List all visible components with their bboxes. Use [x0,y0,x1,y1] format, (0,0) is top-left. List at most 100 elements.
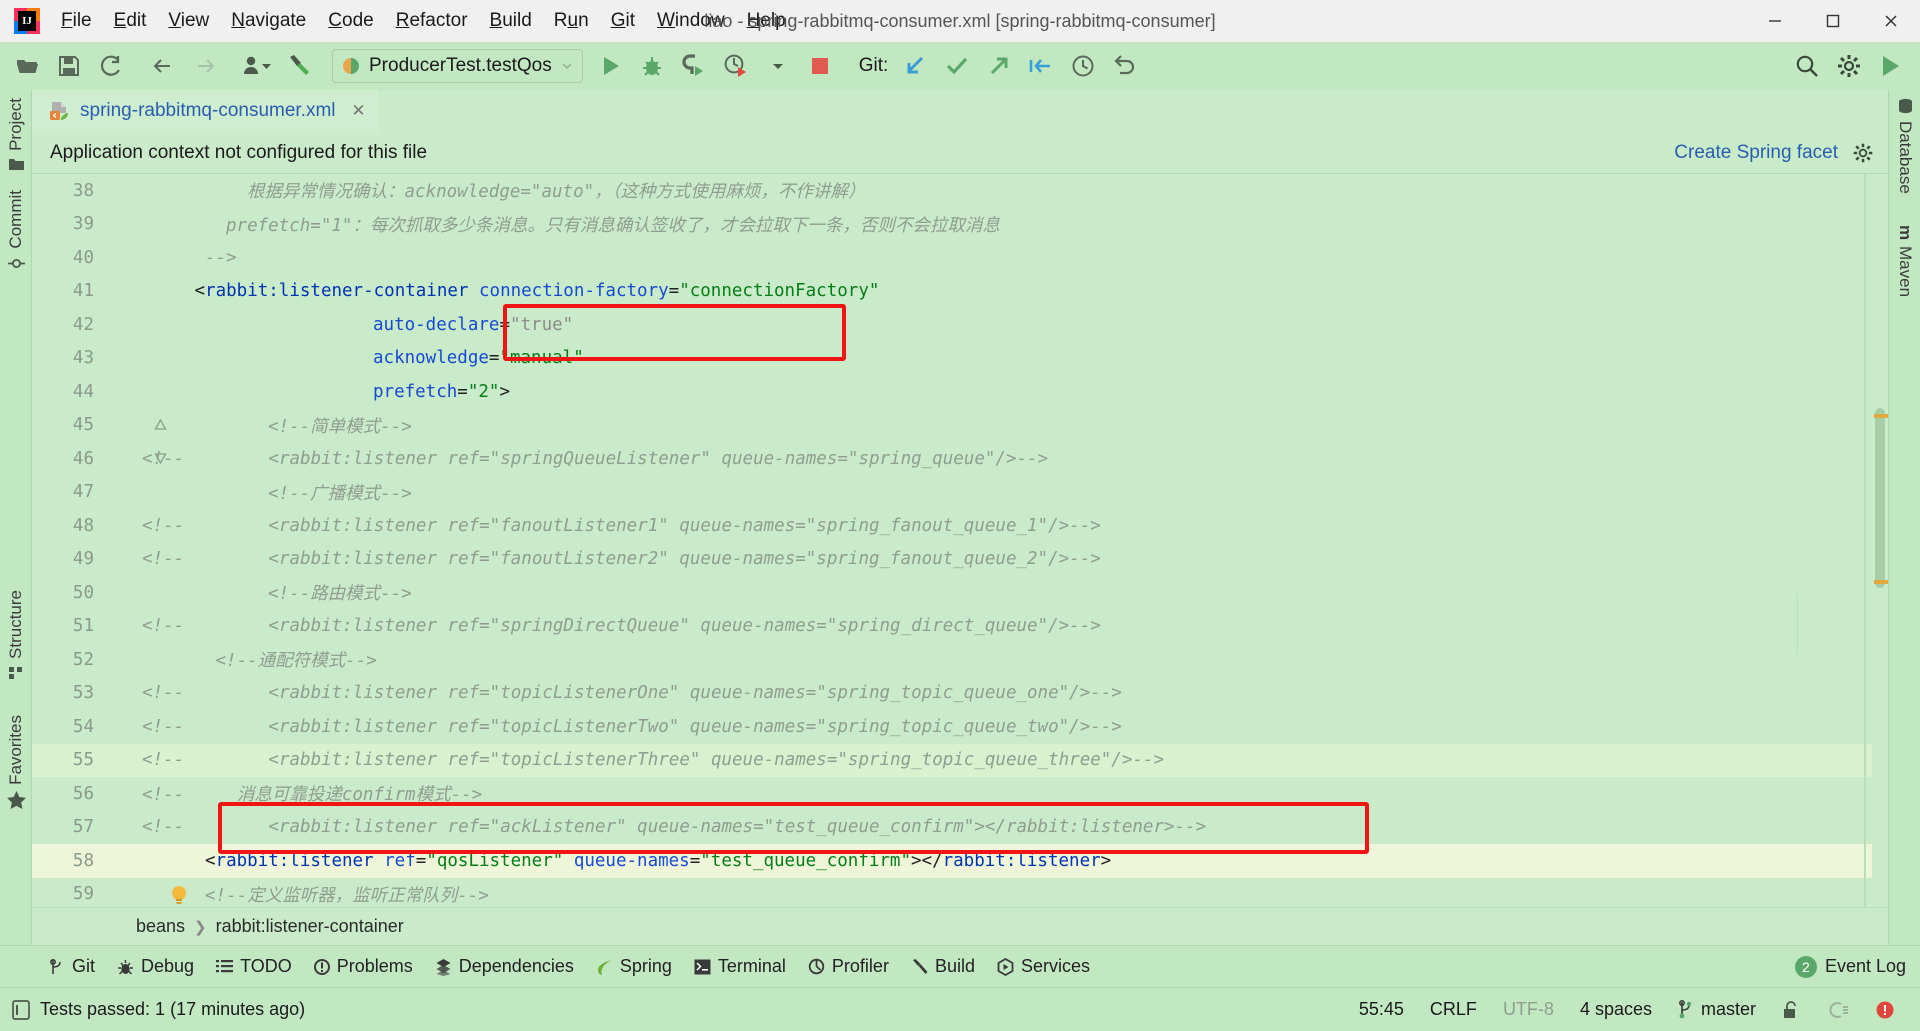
code-line[interactable]: 43 acknowledge="manual" [32,342,1888,376]
unlocked-icon[interactable] [1769,1000,1814,1020]
notification-gear-icon[interactable] [1852,142,1874,164]
code-line[interactable]: 56 <!-- 消息可靠投递confirm模式--> [32,777,1888,811]
file-encoding[interactable]: UTF-8 [1490,999,1567,1020]
run-configuration-selector[interactable]: ProducerTest.testQos [332,49,583,83]
code-line[interactable]: 50 <!--路由模式--> [32,576,1888,610]
git-branch-widget[interactable]: master [1665,999,1769,1020]
code-line[interactable]: 57 <!-- <rabbit:listener ref="ackListener… [32,811,1888,845]
tool-window-terminal[interactable]: Terminal [683,946,797,988]
commit-icon[interactable] [940,49,974,83]
sidebar-item-maven[interactable]: m Maven [1889,225,1920,297]
tool-window-todo[interactable]: TODO [205,946,303,988]
menu-file[interactable]: File [50,0,103,42]
breadcrumb-item-listener-container[interactable]: rabbit:listener-container [212,916,408,937]
close-button[interactable] [1862,0,1920,42]
code-line[interactable]: 55 <!-- <rabbit:listener ref="topicListen… [32,743,1888,777]
code-line[interactable]: 47 <!--广播模式--> [32,476,1888,510]
ide-logo-icon[interactable] [1874,49,1908,83]
tool-window-debug[interactable]: Debug [106,946,205,988]
profiler-icon[interactable] [719,49,753,83]
code-line[interactable]: 52 <!--通配符模式--> [32,643,1888,677]
code-line[interactable]: 39 prefetch="1"：每次抓取多少条消息。只有消息确认签收了，才会拉取下… [32,208,1888,242]
code-editor[interactable]: 38 根据异常情况确认：acknowledge="auto"，（这种方式使用麻烦，… [32,174,1888,931]
run-with-coverage-icon[interactable] [677,49,711,83]
tool-window-git[interactable]: Git [38,946,106,988]
status-message[interactable]: Tests passed: 1 (17 minutes ago) [40,999,305,1020]
code-line[interactable]: 41 <rabbit:listener-container connection-… [32,275,1888,309]
code-line[interactable]: 54 <!-- <rabbit:listener ref="topicListen… [32,710,1888,744]
tool-window-dependencies[interactable]: Dependencies [424,946,585,988]
menu-window[interactable]: Window [646,0,736,42]
menu-code[interactable]: Code [317,0,384,42]
minimize-button[interactable] [1746,0,1804,42]
menu-help[interactable]: Help [736,0,797,42]
event-log-label[interactable]: Event Log [1825,956,1906,977]
code-line[interactable]: 44 prefetch="2"> [32,375,1888,409]
scrollbar-warning-marker[interactable] [1874,580,1888,584]
editor-scrollbar[interactable] [1872,174,1888,931]
sidebar-item-structure[interactable]: Structure [0,590,32,680]
code-line[interactable]: 59 <!--定义监听器，监听正常队列--> [32,878,1888,912]
menu-view[interactable]: View [157,0,220,42]
fold-marker-40[interactable] [152,416,168,432]
undo-icon[interactable] [1108,49,1142,83]
fold-marker-41[interactable] [152,450,168,466]
code-line[interactable]: 51 <!-- <rabbit:listener ref="springDirec… [32,610,1888,644]
settings-gear-icon[interactable] [1832,49,1866,83]
code-line[interactable]: 40 --> [32,241,1888,275]
tab-close-icon[interactable]: ✕ [350,101,368,121]
sidebar-item-commit[interactable]: Commit [0,190,32,272]
menu-run[interactable]: Run [543,0,600,42]
refresh-icon[interactable] [94,49,128,83]
breadcrumb-item-beans[interactable]: beans [132,916,189,937]
tool-window-services[interactable]: Services [986,946,1101,988]
intention-bulb-icon[interactable] [168,884,190,908]
history-icon[interactable] [1066,49,1100,83]
debug-icon[interactable] [635,49,669,83]
menu-edit[interactable]: Edit [103,0,158,42]
code-line[interactable]: 49 <!-- <rabbit:listener ref="fanoutListe… [32,543,1888,577]
stop-icon[interactable] [803,49,837,83]
push-icon[interactable] [982,49,1016,83]
sidebar-item-project[interactable]: Project [0,98,32,172]
sidebar-item-favorites[interactable]: Favorites [0,715,32,809]
code-line[interactable]: 46 <!-- <rabbit:listener ref="springQueue… [32,442,1888,476]
error-circle-icon[interactable] [1862,1000,1908,1020]
menu-build[interactable]: Build [479,0,543,42]
update-project-icon[interactable] [898,49,932,83]
hammer-icon[interactable] [282,49,316,83]
sidebar-item-database[interactable]: Database [1889,98,1920,194]
open-folder-icon[interactable] [10,49,44,83]
tool-window-profiler[interactable]: Profiler [797,946,900,988]
power-save-icon[interactable] [1814,1000,1862,1020]
menu-refactor[interactable]: Refactor [385,0,479,42]
tab-spring-rabbitmq-consumer-xml[interactable]: spring-rabbitmq-consumer.xml ✕ [32,90,378,132]
save-icon[interactable] [52,49,86,83]
forward-arrow-icon[interactable] [188,49,222,83]
tool-window-problems[interactable]: Problems [303,946,424,988]
code-line[interactable]: 53 <!-- <rabbit:listener ref="topicListen… [32,677,1888,711]
maximize-button[interactable] [1804,0,1862,42]
user-dropdown-icon[interactable] [240,49,274,83]
menu-navigate[interactable]: Navigate [220,0,317,42]
code-line[interactable]: 45 <!--简单模式--> [32,409,1888,443]
code-line[interactable]: 42 auto-declare="true" [32,308,1888,342]
scrollbar-thumb[interactable] [1875,408,1885,588]
back-arrow-icon[interactable] [146,49,180,83]
search-everywhere-icon[interactable] [1790,49,1824,83]
code-line[interactable]: 48 <!-- <rabbit:listener ref="fanoutListe… [32,509,1888,543]
scrollbar-warning-marker[interactable] [1874,414,1888,418]
code-line[interactable]: 38 根据异常情况确认：acknowledge="auto"，（这种方式使用麻烦，… [32,174,1888,208]
line-separator[interactable]: CRLF [1417,999,1490,1020]
create-spring-facet-link[interactable]: Create Spring facet [1674,142,1838,164]
indent-setting[interactable]: 4 spaces [1567,999,1665,1020]
caret-position[interactable]: 55:45 [1346,999,1417,1020]
tool-window-build[interactable]: Build [900,946,986,988]
revert-icon[interactable] [1024,49,1058,83]
run-dropdown-icon[interactable] [761,49,795,83]
code-line-text: <!-- 消息可靠投递confirm模式--> [142,781,482,806]
code-line[interactable]: 58 <rabbit:listener ref="qosListener" que… [32,844,1888,878]
tool-window-spring[interactable]: Spring [585,946,683,988]
menu-git[interactable]: Git [600,0,646,42]
run-icon[interactable] [593,49,627,83]
